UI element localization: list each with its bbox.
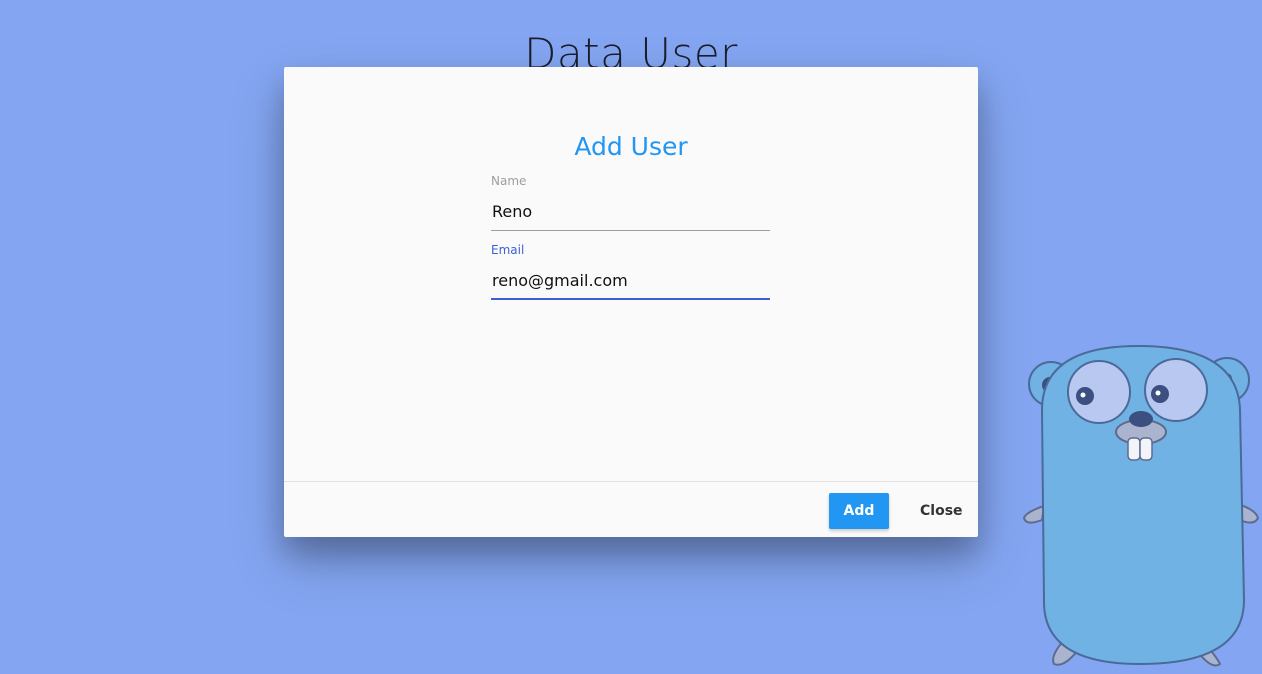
- dialog-title: Add User: [574, 132, 688, 161]
- add-user-dialog: Add User Name Email Add Close: [284, 67, 978, 537]
- email-input[interactable]: [491, 263, 770, 300]
- add-button[interactable]: Add: [829, 493, 889, 529]
- name-label: Name: [491, 174, 527, 188]
- close-button[interactable]: Close: [906, 493, 968, 529]
- name-input[interactable]: [491, 194, 770, 231]
- dialog-footer: Add Close: [284, 481, 978, 537]
- dialog-content: Add User Name Email: [284, 67, 978, 481]
- name-field: Name: [491, 174, 770, 231]
- gopher-mascot-icon: [1022, 344, 1260, 667]
- email-label: Email: [491, 243, 525, 257]
- email-field: Email: [491, 243, 770, 300]
